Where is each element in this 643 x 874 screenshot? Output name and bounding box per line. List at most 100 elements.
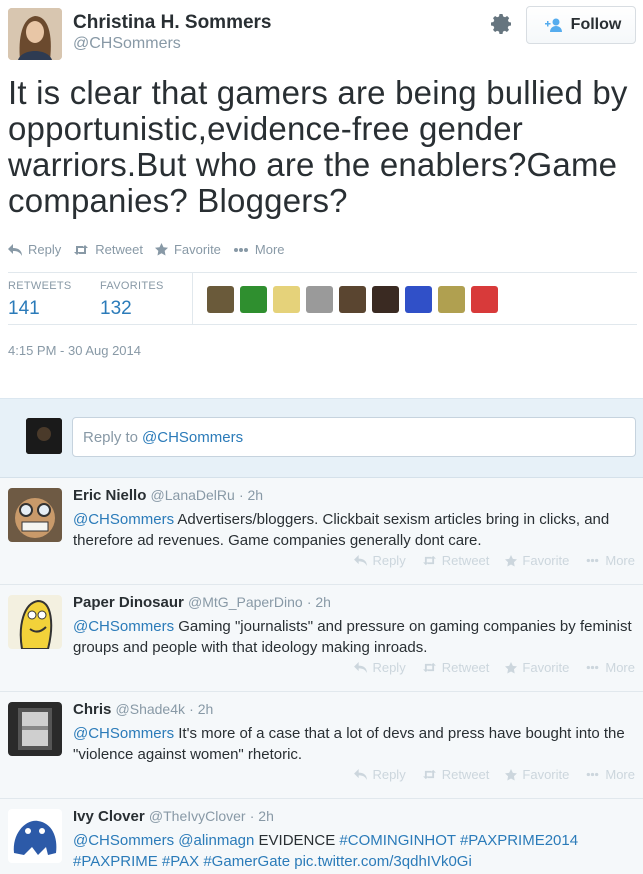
reply-time[interactable]: · 2h <box>250 808 274 824</box>
divider <box>8 324 637 325</box>
more-dots-icon <box>587 665 599 670</box>
more-button[interactable]: More <box>585 660 635 675</box>
favoriter-avatar[interactable] <box>273 286 300 313</box>
reply-avatar[interactable] <box>8 595 62 649</box>
hashtag-link[interactable]: #PAX <box>162 853 199 870</box>
reply-author-handle[interactable]: @MtG_PaperDino <box>188 594 303 610</box>
main-tweet: Christina H. Sommers @CHSommers Follow I… <box>0 0 643 398</box>
favorite-button[interactable]: Favorite <box>154 242 221 257</box>
favorite-button[interactable]: Favorite <box>505 767 569 782</box>
reply-text: @CHSommers @alinmagn EVIDENCE #COMINGINH… <box>73 830 633 872</box>
stats-separator <box>192 273 193 324</box>
hashtag-link[interactable]: #PAXPRIME <box>73 853 158 870</box>
favoriter-avatar[interactable] <box>339 286 366 313</box>
favorite-label: Favorite <box>522 767 570 782</box>
retweet-button[interactable]: Retweet <box>422 553 490 568</box>
reply-tweet[interactable]: Chris @Shade4k · 2h @CHSommers It's more… <box>0 692 643 799</box>
favorite-button[interactable]: Favorite <box>505 660 569 675</box>
reply-tweet[interactable]: Paper Dinosaur @MtG_PaperDino · 2h @CHSo… <box>0 585 643 692</box>
more-button[interactable]: More <box>585 553 635 568</box>
reply-time[interactable]: · 2h <box>239 487 263 503</box>
reply-icon <box>354 662 368 673</box>
reply-button[interactable]: Reply <box>8 242 61 257</box>
favoriter-avatar[interactable] <box>405 286 432 313</box>
retweet-label: Retweet <box>441 767 490 782</box>
reply-author-handle[interactable]: @LanaDelRu <box>151 487 235 503</box>
author-avatar[interactable] <box>8 8 62 60</box>
reply-avatar[interactable] <box>8 809 62 863</box>
author-handle[interactable]: @CHSommers <box>73 35 181 53</box>
favoriter-avatar[interactable] <box>240 286 267 313</box>
star-icon <box>154 243 168 256</box>
retweets-stat[interactable]: RETWEETS 141 <box>8 280 72 320</box>
reply-text: @CHSommers It's more of a case that a lo… <box>73 723 633 765</box>
reply-tweet[interactable]: Eric Niello @LanaDelRu · 2h @CHSommers A… <box>0 478 643 585</box>
reply-tweet[interactable]: Ivy Clover @TheIvyClover · 2h @CHSommers… <box>0 799 643 874</box>
reply-time[interactable]: · 2h <box>307 594 331 610</box>
favoriter-avatar[interactable] <box>471 286 498 313</box>
retweets-label: RETWEETS <box>8 280 72 292</box>
retweet-label: Retweet <box>95 242 143 257</box>
reply-label: Reply <box>372 660 406 675</box>
favorites-label: FAVORITES <box>100 280 164 292</box>
favorites-stat[interactable]: FAVORITES 132 <box>100 280 164 320</box>
hashtag-link[interactable]: #GamerGate <box>203 853 290 870</box>
reply-mention: @CHSommers <box>142 428 244 446</box>
reply-header: Eric Niello @LanaDelRu · 2h <box>73 487 263 504</box>
mention-link[interactable]: @CHSommers <box>73 832 174 849</box>
reply-prefix: Reply to <box>83 428 139 446</box>
reply-button[interactable]: Reply <box>354 767 406 782</box>
reply-author-name[interactable]: Ivy Clover <box>73 808 145 825</box>
retweet-icon <box>422 662 436 673</box>
reply-button[interactable]: Reply <box>354 660 406 675</box>
reply-input[interactable]: Reply to @CHSommers <box>72 417 636 457</box>
reply-time[interactable]: · 2h <box>189 701 213 717</box>
mention-link[interactable]: @CHSommers <box>73 511 174 528</box>
hashtag-link[interactable]: #PAXPRIME2014 <box>460 832 578 849</box>
author-name[interactable]: Christina H. Sommers <box>73 12 272 34</box>
gear-icon[interactable] <box>490 12 514 36</box>
star-icon <box>505 661 518 674</box>
more-dots-icon <box>587 772 599 777</box>
mention-link[interactable]: @CHSommers <box>73 618 174 635</box>
favorite-button[interactable]: Favorite <box>505 553 569 568</box>
retweet-button[interactable]: Retweet <box>422 660 489 675</box>
reply-compose-area: Reply to @CHSommers <box>0 398 643 478</box>
favorites-count[interactable]: 132 <box>100 298 164 320</box>
favoriter-avatar[interactable] <box>372 286 399 313</box>
media-link[interactable]: pic.twitter.com/3qdhIVk0Gi <box>294 853 472 870</box>
favoriter-avatar[interactable] <box>207 286 234 313</box>
tweet-timestamp[interactable]: 4:15 PM - 30 Aug 2014 <box>8 343 141 358</box>
star-icon <box>505 554 518 567</box>
more-button[interactable]: More <box>585 767 635 782</box>
retweet-label: Retweet <box>441 553 490 568</box>
mention-link[interactable]: @alinmagn <box>178 832 254 849</box>
hashtag-link[interactable]: #COMINGINHOT <box>339 832 455 849</box>
more-button[interactable]: More <box>233 242 285 257</box>
more-label: More <box>605 660 635 675</box>
reply-author-handle[interactable]: @TheIvyClover <box>149 808 246 824</box>
tweet-actions: Reply Retweet Favorite More <box>8 242 285 257</box>
reply-author-name[interactable]: Chris <box>73 701 111 718</box>
reply-author-handle[interactable]: @Shade4k <box>116 701 185 717</box>
add-user-icon <box>544 18 562 32</box>
follow-button[interactable]: Follow <box>526 6 636 44</box>
favoriter-avatar[interactable] <box>438 286 465 313</box>
reply-header: Chris @Shade4k · 2h <box>73 701 213 718</box>
more-dots-icon <box>233 247 248 252</box>
favoriter-avatar[interactable] <box>306 286 333 313</box>
favoriters-avatars <box>207 286 498 313</box>
user-avatar <box>26 418 62 454</box>
reply-avatar[interactable] <box>8 702 62 756</box>
follow-label: Follow <box>570 16 622 33</box>
reply-author-name[interactable]: Eric Niello <box>73 487 146 504</box>
retweets-count[interactable]: 141 <box>8 298 72 320</box>
retweet-button[interactable]: Retweet <box>422 767 490 782</box>
retweet-button[interactable]: Retweet <box>73 242 143 257</box>
reply-author-name[interactable]: Paper Dinosaur <box>73 594 184 611</box>
reply-avatar[interactable] <box>8 488 62 542</box>
more-label: More <box>254 242 285 257</box>
retweet-icon <box>422 555 436 566</box>
mention-link[interactable]: @CHSommers <box>73 725 174 742</box>
reply-button[interactable]: Reply <box>354 553 406 568</box>
